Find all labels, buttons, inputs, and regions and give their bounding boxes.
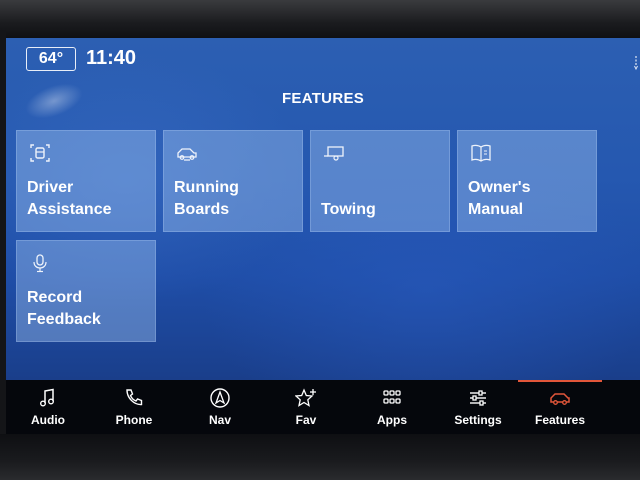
book-icon — [471, 144, 491, 162]
temperature-readout[interactable]: 64° — [26, 47, 76, 71]
apps-grid-icon — [383, 390, 401, 404]
nav-label: Phone — [115, 413, 153, 427]
nav-label: Nav — [208, 413, 231, 427]
page-title: FEATURES — [281, 90, 365, 107]
tile-running-boards[interactable]: Running Boards — [163, 130, 303, 232]
nav-label: Fav — [295, 413, 317, 427]
nav-phone[interactable]: Phone — [92, 380, 176, 434]
clock: 11:40 — [86, 47, 137, 69]
tile-label: Driver Assistance — [27, 179, 112, 218]
trailer-icon — [324, 146, 344, 161]
scroll-hint-icon — [634, 56, 638, 70]
nav-fav[interactable]: Fav — [264, 380, 348, 434]
active-tab-indicator — [518, 380, 602, 382]
bottom-nav-bar: Audio Phone Nav Fav Apps Settings Featur… — [6, 380, 640, 434]
bezel-bottom — [0, 434, 640, 480]
running-boards-icon — [177, 148, 197, 161]
tile-towing[interactable]: Towing — [310, 130, 450, 232]
driver-assistance-icon — [30, 144, 50, 162]
microphone-icon — [33, 254, 47, 273]
sliders-icon — [470, 390, 486, 406]
tile-owners-manual[interactable]: Owner's Manual — [457, 130, 597, 232]
tile-record-feedback[interactable]: Record Feedback — [16, 240, 156, 342]
tile-label: Owner's Manual — [468, 179, 531, 218]
nav-features[interactable]: Features — [518, 380, 602, 434]
nav-label: Apps — [377, 413, 407, 427]
nav-nav[interactable]: Nav — [178, 380, 262, 434]
tile-label: Towing — [321, 201, 376, 218]
nav-label: Audio — [31, 413, 65, 427]
phone-icon — [126, 389, 143, 406]
tile-label: Running Boards — [174, 179, 239, 218]
tile-label: Record Feedback — [27, 289, 101, 328]
tile-driver-assistance[interactable]: Driver Assistance — [16, 130, 156, 232]
nav-label: Settings — [454, 413, 502, 427]
vehicle-icon — [550, 393, 570, 405]
nav-settings[interactable]: Settings — [436, 380, 520, 434]
music-note-icon — [40, 388, 54, 407]
nav-label: Features — [534, 413, 586, 427]
navigation-icon — [210, 388, 230, 408]
nav-apps[interactable]: Apps — [350, 380, 434, 434]
infotainment-screen: 64° 11:40 FEATURES Driver Assistance Run… — [6, 38, 640, 434]
star-plus-icon — [295, 388, 316, 407]
bezel-top — [0, 0, 640, 38]
nav-audio[interactable]: Audio — [6, 380, 90, 434]
